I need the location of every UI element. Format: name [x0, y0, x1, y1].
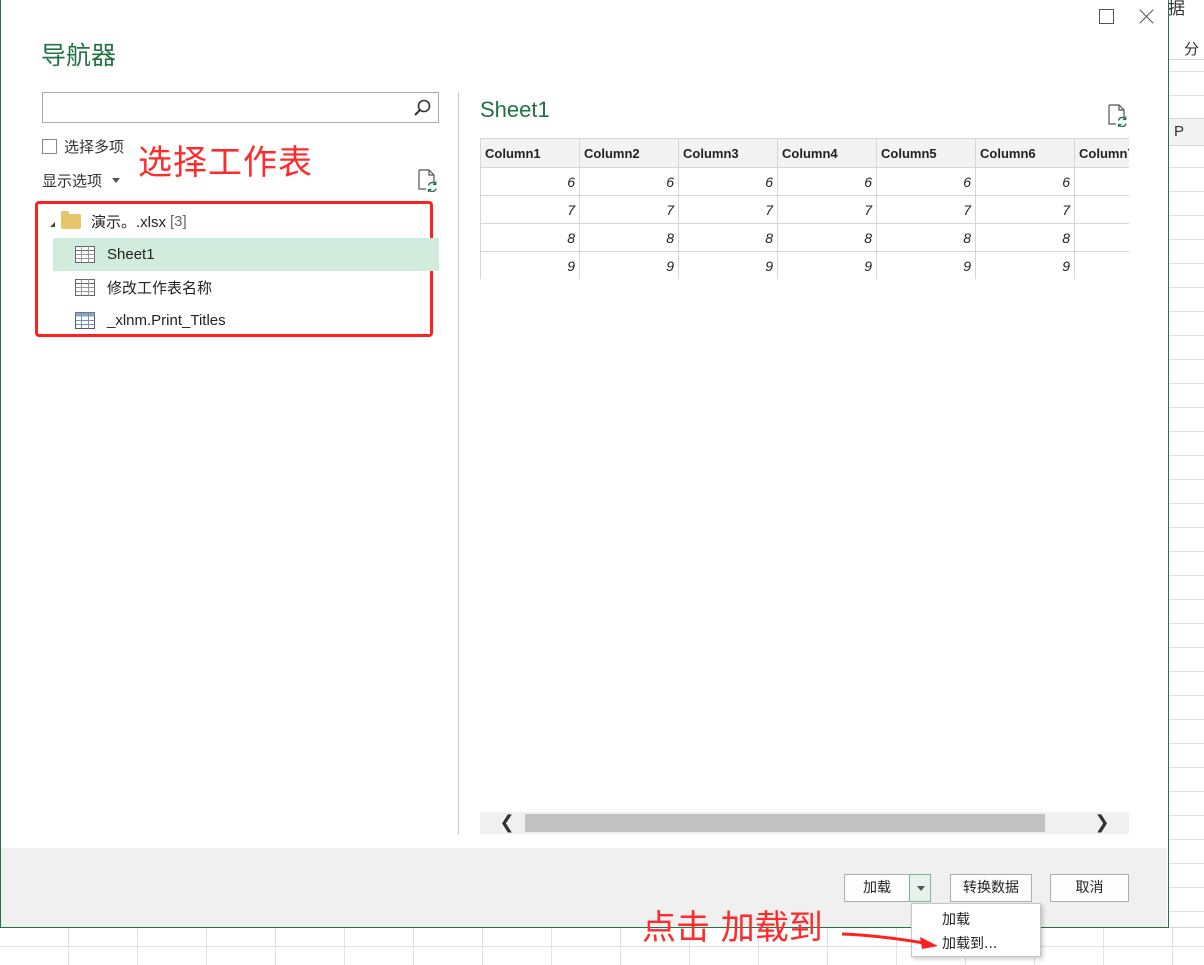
table-cell: 9: [1074, 251, 1129, 279]
file-item-count: [3]: [170, 213, 187, 230]
table-row: 9 9 9 9 9 9 9: [480, 251, 1129, 279]
tree-item-rename-sheet[interactable]: 修改工作表名称: [53, 271, 439, 304]
pane-divider[interactable]: [458, 92, 459, 834]
cancel-button[interactable]: 取消: [1050, 874, 1129, 902]
table-cell: 6: [876, 167, 976, 196]
show-options-button[interactable]: 显示选项: [42, 170, 121, 191]
table-cell: 9: [678, 251, 778, 279]
scrollbar-thumb[interactable]: [525, 814, 1045, 832]
table-cell: 8: [777, 223, 877, 252]
column-header[interactable]: Column6: [975, 138, 1075, 168]
search-input[interactable]: [43, 93, 403, 122]
table-cell: 7: [777, 195, 877, 224]
column-header[interactable]: Column5: [876, 138, 976, 168]
table-cell: 8: [579, 223, 679, 252]
load-dropdown-button[interactable]: [909, 874, 931, 902]
table-cell: 9: [480, 251, 580, 279]
multi-select-checkbox[interactable]: [42, 139, 57, 154]
table-cell: 8: [1074, 223, 1129, 252]
table-cell: 6: [480, 167, 580, 196]
table-cell: 7: [975, 195, 1075, 224]
horizontal-scrollbar[interactable]: ❮ ❯: [480, 812, 1129, 834]
search-box: [42, 92, 439, 123]
preview-table: Column1 Column2 Column3 Column4 Column5 …: [480, 138, 1129, 279]
annotation-select-sheet: 选择工作表: [138, 143, 313, 183]
table-cell: 8: [876, 223, 976, 252]
show-options-label: 显示选项: [42, 172, 103, 190]
table-cell: 9: [975, 251, 1075, 279]
collapse-triangle-icon[interactable]: [50, 217, 55, 227]
column-header[interactable]: Column4: [777, 138, 877, 168]
menu-item-load-to[interactable]: 加载到...: [942, 933, 997, 953]
table-cell: 7: [480, 195, 580, 224]
tree-item-sheet1[interactable]: Sheet1: [53, 238, 439, 271]
refresh-icon[interactable]: [416, 168, 438, 192]
table-icon: [75, 312, 95, 329]
table-cell: 6: [678, 167, 778, 196]
preview-title: Sheet1: [480, 97, 550, 122]
excel-sheet-right-edge: 据 分 P: [1168, 0, 1204, 965]
table-cell: 6: [579, 167, 679, 196]
tree-item-file[interactable]: 演示。.xlsx [3]: [48, 205, 438, 238]
table-cell: 7: [876, 195, 976, 224]
table-cell: 7: [579, 195, 679, 224]
annotation-click-load-to: 点击 加载到: [642, 908, 823, 948]
table-cell: 8: [678, 223, 778, 252]
table-cell: 9: [876, 251, 976, 279]
load-button[interactable]: 加载: [844, 874, 910, 902]
table-row: 8 8 8 8 8 8 8: [480, 223, 1129, 252]
table-cell: 8: [480, 223, 580, 252]
table-cell: 9: [579, 251, 679, 279]
ribbon-text-fragment: 据: [1168, 0, 1185, 19]
scroll-left-icon[interactable]: ❮: [496, 812, 518, 834]
refresh-icon[interactable]: [1106, 103, 1128, 127]
column-header[interactable]: Column1: [480, 138, 580, 168]
table-cell: 8: [975, 223, 1075, 252]
transform-data-button[interactable]: 转换数据: [950, 874, 1032, 902]
multi-select-option[interactable]: 选择多项: [42, 136, 124, 157]
table-cell: 6: [777, 167, 877, 196]
column-header[interactable]: Column3: [678, 138, 778, 168]
close-icon[interactable]: [1137, 6, 1157, 26]
table-cell: 7: [1074, 195, 1129, 224]
ribbon-text-fragment: 分: [1184, 40, 1200, 58]
tree-item-label: _xlnm.Print_Titles: [107, 312, 226, 329]
tree-item-label: Sheet1: [107, 246, 155, 263]
table-cell: 6: [1074, 167, 1129, 196]
column-header[interactable]: Column7: [1074, 138, 1129, 168]
chevron-down-icon: [112, 178, 121, 183]
tree-item-print-titles[interactable]: _xlnm.Print_Titles: [53, 304, 439, 337]
table-cell: 7: [678, 195, 778, 224]
chevron-down-icon: [917, 886, 925, 891]
annotation-arrow-icon: [841, 932, 938, 949]
scroll-right-icon[interactable]: ❯: [1091, 812, 1113, 834]
maximize-icon[interactable]: [1096, 6, 1116, 26]
table-cell: 6: [975, 167, 1075, 196]
table-row: 6 6 6 6 6 6 6: [480, 167, 1129, 196]
table-row: 7 7 7 7 7 7 7: [480, 195, 1129, 224]
menu-item-load[interactable]: 加载: [942, 909, 970, 929]
file-name: 演示。.xlsx: [91, 214, 167, 231]
preview-table-container: Column1 Column2 Column3 Column4 Column5 …: [480, 138, 1129, 279]
search-icon[interactable]: [412, 98, 432, 118]
sheet-icon: [75, 279, 95, 296]
column-header[interactable]: Column2: [579, 138, 679, 168]
multi-select-label: 选择多项: [64, 138, 125, 156]
column-header-p[interactable]: P: [1168, 118, 1204, 146]
sheet-icon: [75, 246, 95, 263]
dialog-title: 导航器: [41, 41, 117, 70]
tree-item-label: 修改工作表名称: [107, 280, 213, 297]
table-header-row: Column1 Column2 Column3 Column4 Column5 …: [480, 138, 1129, 168]
table-cell: 9: [777, 251, 877, 279]
folder-icon: [61, 211, 81, 229]
